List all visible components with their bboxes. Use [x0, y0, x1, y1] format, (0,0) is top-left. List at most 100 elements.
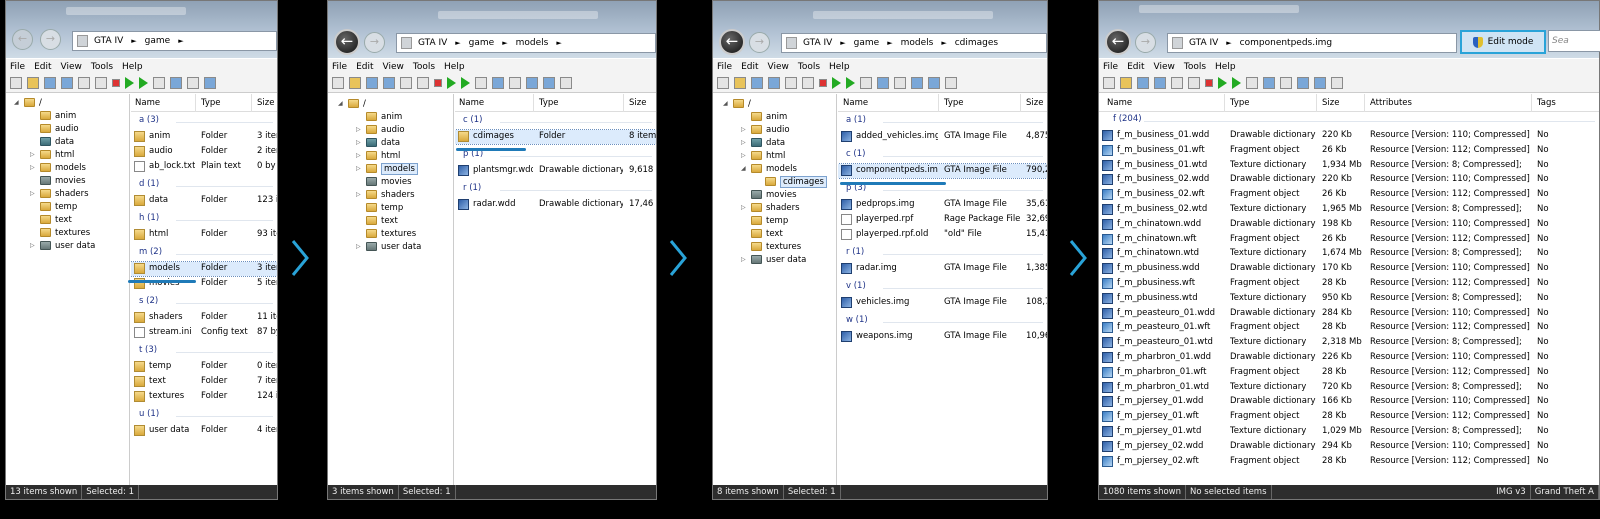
- stop-icon[interactable]: [1205, 79, 1213, 87]
- group-header[interactable]: m (2): [131, 247, 277, 260]
- play-icon[interactable]: [95, 77, 107, 89]
- group-header[interactable]: f (204): [1099, 114, 1599, 127]
- group-header[interactable]: h (1): [131, 213, 277, 226]
- tree-item-shaders[interactable]: ▷ shaders: [356, 188, 415, 201]
- run-icon[interactable]: [125, 77, 134, 89]
- list-item[interactable]: textures Folder 124 it: [131, 390, 277, 404]
- column-name[interactable]: Name: [1107, 98, 1132, 108]
- list-item[interactable]: f_m_chinatown.wdd Drawable dictionary 198 …: [1099, 218, 1599, 232]
- list-item[interactable]: playerped.rpf Rage Package File 32,69: [838, 213, 1047, 227]
- list-item[interactable]: f_m_pjersey_01.wtd Texture dictionary 1,02…: [1099, 425, 1599, 439]
- menu-edit[interactable]: Edit: [34, 62, 51, 72]
- list-item[interactable]: stream.ini Config text 87 by: [131, 326, 277, 340]
- play-icon[interactable]: [802, 77, 814, 89]
- tree-item-data[interactable]: ▷ data: [741, 136, 785, 149]
- search-doc-icon[interactable]: [170, 77, 182, 89]
- column-size[interactable]: Size: [257, 98, 274, 108]
- breadcrumb-item[interactable]: componentpeds.img: [1240, 38, 1332, 48]
- stop-icon[interactable]: [434, 79, 442, 87]
- tree-root[interactable]: ◢ /: [338, 97, 366, 110]
- list-item[interactable]: f_m_business_02.wtd Texture dictionary 1,9…: [1099, 203, 1599, 217]
- breadcrumb-item[interactable]: game: [469, 38, 495, 48]
- list-item[interactable]: f_m_pharbron_01.wtd Texture dictionary 720…: [1099, 381, 1599, 395]
- new-icon[interactable]: [10, 77, 22, 89]
- open-folder-icon[interactable]: [734, 77, 746, 89]
- forward-button[interactable]: →: [749, 32, 770, 53]
- list-item[interactable]: f_m_chinatown.wft Fragment object 26 Kb Res…: [1099, 233, 1599, 247]
- column-type[interactable]: Type: [539, 98, 559, 108]
- breadcrumb-item[interactable]: game: [145, 36, 171, 46]
- menu-view[interactable]: View: [61, 62, 82, 72]
- export-icon[interactable]: [475, 77, 487, 89]
- list-item[interactable]: f_m_business_01.wdd Drawable dictionary 22…: [1099, 129, 1599, 143]
- save-icon[interactable]: [911, 77, 923, 89]
- play-icon[interactable]: [1188, 77, 1200, 89]
- list-item[interactable]: radar.img GTA Image File 1,385: [838, 262, 1047, 276]
- search-doc-icon[interactable]: [1263, 77, 1275, 89]
- column-size[interactable]: Size: [1322, 98, 1339, 108]
- menu-edit[interactable]: Edit: [741, 62, 758, 72]
- properties-icon[interactable]: [1171, 77, 1183, 89]
- tree-item-textures[interactable]: textures: [741, 240, 801, 253]
- tree-item-movies[interactable]: movies: [30, 174, 86, 187]
- run-icon[interactable]: [832, 77, 841, 89]
- column-name[interactable]: Name: [843, 98, 868, 108]
- list-item[interactable]: f_m_pjersey_02.wdd Drawable dictionary 294…: [1099, 440, 1599, 454]
- tree-item-data[interactable]: ▷ data: [356, 136, 400, 149]
- extract-icon[interactable]: [543, 77, 555, 89]
- list-item[interactable]: f_m_business_01.wft Fragment object 26 Kb R…: [1099, 144, 1599, 158]
- menu-edit[interactable]: Edit: [1127, 62, 1144, 72]
- list-item[interactable]: f_m_peasteuro_01.wft Fragment object 28 Kb…: [1099, 321, 1599, 335]
- forward-button[interactable]: →: [1135, 32, 1156, 53]
- tree-item-user-data[interactable]: ▷ user data: [30, 239, 95, 252]
- run-icon[interactable]: [447, 77, 456, 89]
- column-size[interactable]: Size: [629, 98, 646, 108]
- list-item[interactable]: shaders Folder 11 ite: [131, 311, 277, 325]
- group-header[interactable]: r (1): [838, 247, 1047, 260]
- info-icon[interactable]: [945, 77, 957, 89]
- menu-view[interactable]: View: [383, 62, 404, 72]
- tree-item-audio[interactable]: ▷ audio: [356, 123, 405, 136]
- tree-item-shaders[interactable]: ▷ shaders: [741, 201, 800, 214]
- refresh-icon[interactable]: [751, 77, 763, 89]
- group-header[interactable]: c (1): [455, 115, 656, 128]
- menu-tools[interactable]: Tools: [413, 62, 435, 72]
- tree-item-text[interactable]: text: [741, 227, 783, 240]
- address-bar[interactable]: GTA IV ► componentpeds.img: [1167, 33, 1457, 53]
- menu-edit[interactable]: Edit: [356, 62, 373, 72]
- list-item[interactable]: f_m_pbusiness.wtd Texture dictionary 950 K…: [1099, 292, 1599, 306]
- run-all-icon[interactable]: [1232, 77, 1241, 89]
- run-icon[interactable]: [1218, 77, 1227, 89]
- stop-icon[interactable]: [112, 79, 120, 87]
- tree-item-textures[interactable]: textures: [356, 227, 416, 240]
- list-item[interactable]: temp Folder 0 item: [131, 360, 277, 374]
- column-size[interactable]: Size: [1026, 98, 1043, 108]
- breadcrumb-item[interactable]: models: [901, 38, 934, 48]
- open-folder-icon[interactable]: [27, 77, 39, 89]
- new-icon[interactable]: [717, 77, 729, 89]
- column-attributes[interactable]: Attributes: [1370, 98, 1412, 108]
- settings-icon[interactable]: [894, 77, 906, 89]
- menu-view[interactable]: View: [1154, 62, 1175, 72]
- group-header[interactable]: a (1): [838, 115, 1047, 128]
- column-type[interactable]: Type: [944, 98, 964, 108]
- refresh-icon[interactable]: [1137, 77, 1149, 89]
- list-item[interactable]: playerped.rpf.old "old" File 15,41: [838, 228, 1047, 242]
- column-name[interactable]: Name: [135, 98, 160, 108]
- group-header[interactable]: w (1): [838, 315, 1047, 328]
- address-bar[interactable]: GTA IV ► game ► models ► cdimages: [781, 33, 1047, 53]
- list-item[interactable]: pedprops.img GTA Image File 35,61: [838, 198, 1047, 212]
- tree-item-data[interactable]: data: [30, 135, 74, 148]
- tree-root[interactable]: ◢ /: [14, 96, 42, 109]
- stop-icon[interactable]: [819, 79, 827, 87]
- list-item[interactable]: f_m_pbusiness.wdd Drawable dictionary 170 …: [1099, 262, 1599, 276]
- column-type[interactable]: Type: [201, 98, 221, 108]
- tree-item-user-data[interactable]: ▷ user data: [741, 253, 806, 266]
- back-button[interactable]: ←: [1105, 29, 1131, 55]
- search-input[interactable]: Sea: [1548, 30, 1600, 52]
- menu-help[interactable]: Help: [829, 62, 850, 72]
- breadcrumb-item[interactable]: GTA IV: [94, 36, 123, 46]
- column-tags[interactable]: Tags: [1537, 98, 1556, 108]
- list-item[interactable]: f_m_business_01.wtd Texture dictionary 1,9…: [1099, 159, 1599, 173]
- search-doc-icon[interactable]: [877, 77, 889, 89]
